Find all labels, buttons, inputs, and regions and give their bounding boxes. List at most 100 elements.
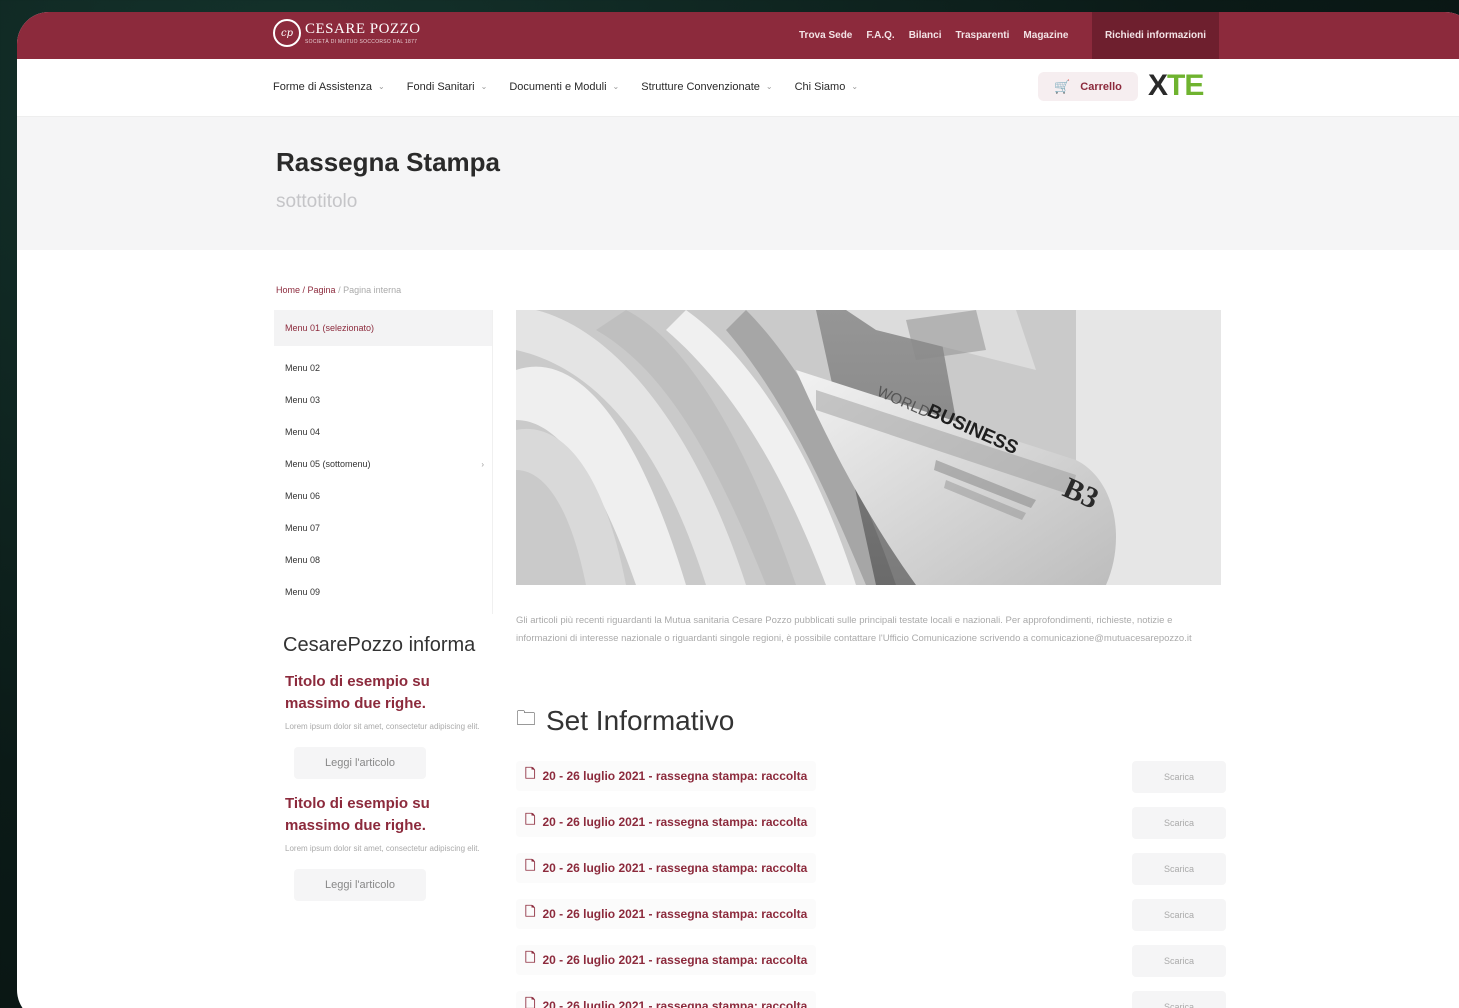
logo-tagline: SOCIETÀ DI MUTUO SOCCORSO DAL 1877 [305, 39, 418, 45]
nav-item-label: Fondi Sanitari [406, 80, 475, 93]
download-button[interactable]: Scarica [1132, 945, 1226, 977]
sidebar-item-label: Menu 09 [285, 587, 321, 597]
sidebar-item-label: Menu 03 [285, 395, 321, 405]
page-subtitle: sottotitolo [276, 191, 358, 212]
document-row: 🗋 20 - 26 luglio 2021 - rassegna stampa: … [516, 987, 1226, 1008]
request-info-button[interactable]: Richiedi informazioni [1092, 12, 1219, 59]
document-icon: 🗋 [525, 766, 536, 781]
top-link-trasparenti[interactable]: Trasparenti [956, 30, 1010, 41]
download-button[interactable]: Scarica [1132, 853, 1226, 885]
sidebar-item-label: Menu 05 (sottomenu) [285, 459, 371, 469]
sidebar-item-04[interactable]: Menu 04 [274, 416, 492, 448]
news-title[interactable]: Titolo di esempio su massimo due righe. [285, 671, 465, 715]
document-link[interactable]: 🗋 20 - 26 luglio 2021 - rassegna stampa: … [516, 899, 817, 929]
document-link[interactable]: 🗋 20 - 26 luglio 2021 - rassegna stampa: … [516, 853, 817, 883]
news-title[interactable]: Titolo di esempio su massimo due righe. [285, 793, 465, 837]
read-article-button[interactable]: Leggi l'articolo [294, 747, 426, 779]
set-informativo-title: 🗀 Set Informativo [516, 704, 734, 738]
sidebar-item-label: Menu 02 [285, 363, 321, 373]
document-row: 🗋 20 - 26 luglio 2021 - rassegna stampa: … [516, 895, 1226, 941]
browser-window: cp CESARE POZZO SOCIETÀ DI MUTUO SOCCORS… [17, 12, 1459, 1008]
nav-item-chi-siamo[interactable]: Chi Siamo ⌄ [795, 81, 858, 93]
document-icon: 🗋 [525, 858, 536, 873]
sidebar-item-label: Menu 06 [285, 491, 321, 501]
top-link-bilanci[interactable]: Bilanci [909, 30, 942, 41]
news-body: Lorem ipsum dolor sit amet, consectetur … [285, 722, 480, 731]
breadcrumb: Home / Pagina / Pagina interna [276, 285, 402, 295]
top-bar: cp CESARE POZZO SOCIETÀ DI MUTUO SOCCORS… [17, 12, 1459, 59]
document-label: 20 - 26 luglio 2021 - rassegna stampa: r… [542, 815, 808, 829]
sidebar: Menu 01 (selezionato) Menu 02 Menu 03 Me… [274, 310, 493, 901]
document-label: 20 - 26 luglio 2021 - rassegna stampa: r… [542, 861, 808, 875]
newspapers-illustration: WORLD BUSINESS B3 [516, 310, 1221, 585]
cart-label: Carrello [1080, 80, 1122, 93]
set-title-text: Set Informativo [546, 705, 735, 736]
document-link[interactable]: 🗋 20 - 26 luglio 2021 - rassegna stampa: … [516, 807, 817, 837]
intro-paragraph: Gli articoli più recenti riguardanti la … [516, 615, 1192, 644]
sidebar-item-08[interactable]: Menu 08 [274, 544, 492, 576]
sidebar-item-label: Menu 08 [285, 555, 321, 565]
download-button[interactable]: Scarica [1132, 761, 1226, 793]
sidebar-item-01[interactable]: Menu 01 (selezionato) [274, 310, 492, 346]
top-links: Trova Sede F.A.Q. Bilanci Trasparenti Ma… [799, 12, 1068, 59]
news-card: Titolo di esempio su massimo due righe. … [274, 671, 493, 779]
page-title: Rassegna Stampa [276, 147, 500, 177]
nav-item-strutture[interactable]: Strutture Convenzionate ⌄ [641, 81, 772, 93]
document-icon: 🗋 [525, 996, 536, 1008]
chevron-down-icon: ⌄ [480, 82, 488, 91]
sidebar-item-09[interactable]: Menu 09 [274, 576, 492, 608]
document-row: 🗋 20 - 26 luglio 2021 - rassegna stampa: … [516, 803, 1226, 849]
document-list: 🗋 20 - 26 luglio 2021 - rassegna stampa: … [516, 757, 1226, 1008]
nav-item-label: Documenti e Moduli [509, 80, 607, 93]
chevron-right-icon: › [481, 459, 484, 469]
sidebar-item-05[interactable]: Menu 05 (sottomenu) › [274, 448, 492, 480]
sidebar-menu: Menu 01 (selezionato) Menu 02 Menu 03 Me… [274, 310, 493, 614]
top-link-faq[interactable]: F.A.Q. [866, 30, 894, 41]
nav-item-label: Strutture Convenzionate [641, 80, 760, 93]
sidebar-item-02[interactable]: Menu 02 [274, 352, 492, 384]
document-link[interactable]: 🗋 20 - 26 luglio 2021 - rassegna stampa: … [516, 991, 817, 1008]
breadcrumb-current: Pagina interna [343, 285, 402, 295]
folder-icon: 🗀 [516, 708, 536, 730]
download-button[interactable]: Scarica [1132, 807, 1226, 839]
sidebar-item-label: Menu 01 (selezionato) [285, 323, 375, 333]
cart-icon: 🛒 [1054, 78, 1071, 94]
logo-mark: cp [273, 19, 301, 47]
info-section-title: CesarePozzo informa [283, 634, 476, 656]
document-icon: 🗋 [525, 812, 536, 827]
sidebar-item-label: Menu 04 [285, 427, 321, 437]
breadcrumb-page[interactable]: Pagina [308, 285, 336, 295]
document-label: 20 - 26 luglio 2021 - rassegna stampa: r… [542, 999, 808, 1008]
document-link[interactable]: 🗋 20 - 26 luglio 2021 - rassegna stampa: … [516, 761, 817, 791]
sidebar-item-03[interactable]: Menu 03 [274, 384, 492, 416]
main-nav: Forme di Assistenza ⌄ Fondi Sanitari ⌄ Doc… [17, 59, 1459, 117]
news-card: Titolo di esempio su massimo due righe. … [274, 793, 493, 901]
site-logo[interactable]: cp CESARE POZZO SOCIETÀ DI MUTUO SOCCORS… [273, 19, 421, 47]
chevron-down-icon: ⌄ [765, 82, 773, 91]
nav-item-label: Chi Siamo [794, 80, 846, 93]
read-article-button[interactable]: Leggi l'articolo [294, 869, 426, 901]
document-row: 🗋 20 - 26 luglio 2021 - rassegna stampa: … [516, 849, 1226, 895]
sidebar-item-07[interactable]: Menu 07 [274, 512, 492, 544]
cart-button[interactable]: 🛒 Carrello [1038, 72, 1138, 101]
partner-logo-text: TE [1167, 69, 1204, 102]
sidebar-item-label: Menu 07 [285, 523, 321, 533]
top-link-magazine[interactable]: Magazine [1023, 30, 1068, 41]
logo-name: CESARE POZZO [305, 21, 421, 37]
document-label: 20 - 26 luglio 2021 - rassegna stampa: r… [542, 907, 808, 921]
sidebar-item-06[interactable]: Menu 06 [274, 480, 492, 512]
chevron-down-icon: ⌄ [378, 82, 385, 91]
nav-item-fondi-sanitari[interactable]: Fondi Sanitari ⌄ [407, 81, 488, 93]
top-link-trova-sede[interactable]: Trova Sede [799, 30, 852, 41]
download-button[interactable]: Scarica [1132, 991, 1226, 1008]
partner-logo[interactable]: XTE [1148, 69, 1204, 103]
document-label: 20 - 26 luglio 2021 - rassegna stampa: r… [542, 953, 808, 967]
hero-image: WORLD BUSINESS B3 [516, 310, 1221, 585]
news-body: Lorem ipsum dolor sit amet, consectetur … [285, 844, 480, 853]
nav-item-forme-assistenza[interactable]: Forme di Assistenza ⌄ [273, 81, 385, 93]
nav-item-documenti-moduli[interactable]: Documenti e Moduli ⌄ [509, 81, 619, 93]
breadcrumb-home[interactable]: Home [276, 285, 300, 295]
download-button[interactable]: Scarica [1132, 899, 1226, 931]
chevron-down-icon: ⌄ [851, 82, 859, 91]
document-link[interactable]: 🗋 20 - 26 luglio 2021 - rassegna stampa: … [516, 945, 817, 975]
